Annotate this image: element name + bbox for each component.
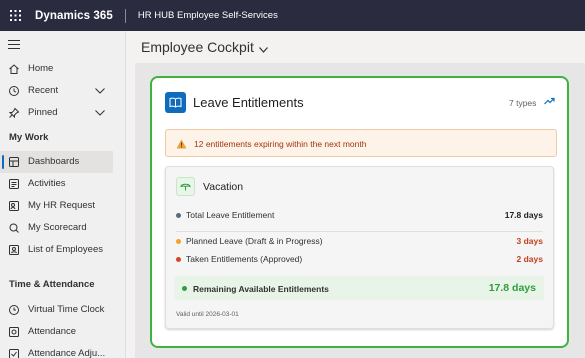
sidebar-item-dashboards[interactable]: Dashboards [0, 151, 113, 173]
top-bar: Dynamics 365 HR HUB Employee Self-Servic… [0, 0, 585, 31]
row-divider [176, 231, 543, 232]
warning-icon [176, 139, 187, 151]
chevron-down-icon[interactable] [95, 108, 105, 118]
sidebar-item-activities[interactable]: Activities [0, 173, 113, 195]
chevron-down-icon[interactable] [258, 40, 268, 56]
hamburger-icon[interactable] [8, 40, 20, 51]
sidebar-item-label: Pinned [28, 107, 58, 118]
book-icon [165, 92, 186, 113]
sidebar-item-virtual-time-clock[interactable]: Virtual Time Clock [0, 299, 113, 321]
status-dot [176, 239, 181, 244]
sidebar-item-home[interactable]: Home [0, 58, 113, 80]
row-value: 17.8 days [504, 210, 543, 220]
sidebar-item-pinned[interactable]: Pinned [0, 102, 113, 124]
sidebar-item-label: Activities [28, 178, 66, 189]
vacation-section: Vacation Total Leave Entitlement 17.8 da… [165, 166, 554, 329]
dashboard-icon [8, 156, 20, 168]
request-icon [8, 200, 20, 212]
activities-icon [8, 178, 20, 190]
scorecard-icon [8, 222, 20, 234]
adjustment-icon [8, 348, 20, 358]
status-dot [176, 257, 181, 262]
total-entitlement-row: Total Leave Entitlement 17.8 days [176, 209, 543, 223]
sidebar-item-attendance[interactable]: Attendance [0, 321, 113, 343]
valid-until: Valid until 2026-03-01 [176, 311, 239, 318]
brand-name[interactable]: Dynamics 365 [30, 10, 125, 22]
leave-entitlements-card: Leave Entitlements 7 types 12 entitlemen… [150, 76, 569, 348]
pin-icon [8, 107, 20, 119]
sidebar-item-list-of-employees[interactable]: List of Employees [0, 239, 113, 261]
sidebar-item-label: Home [28, 63, 54, 74]
card-title: Leave Entitlements [193, 95, 304, 110]
page-title: Employee Cockpit [141, 39, 254, 55]
waffle-icon[interactable] [0, 0, 30, 31]
row-label: Total Leave Entitlement [186, 210, 275, 220]
remaining-value: 17.8 days [488, 282, 536, 294]
sidebar-item-label: Dashboards [28, 156, 80, 167]
people-icon [8, 244, 20, 256]
sidebar-item-label: My HR Request [28, 200, 96, 211]
vacation-title: Vacation [203, 181, 244, 193]
sidebar-item-label: Attendance [28, 326, 77, 337]
planned-leave-row: Planned Leave (Draft & in Progress) 3 da… [176, 235, 543, 249]
sidebar-item-recent[interactable]: Recent [0, 80, 113, 102]
section-heading-my-work: My Work [9, 132, 49, 143]
sidebar-item-label: Virtual Time Clock [28, 304, 105, 315]
row-label: Planned Leave (Draft & in Progress) [186, 236, 323, 246]
vacation-umbrella-icon [176, 177, 195, 196]
sidebar-item-label: List of Employees [28, 244, 103, 255]
sidebar-item-my-scorecard[interactable]: My Scorecard [0, 217, 113, 239]
page-title-selector[interactable]: Employee Cockpit [141, 38, 268, 56]
sidebar-item-label: My Scorecard [28, 222, 87, 233]
taken-entitlements-row: Taken Entitlements (Approved) 2 days [176, 253, 543, 267]
chevron-down-icon[interactable] [95, 86, 105, 96]
trend-up-icon[interactable] [544, 97, 555, 107]
expiry-alert[interactable]: 12 entitlements expiring within the next… [165, 129, 557, 157]
sidebar-item-attendance-adjustment[interactable]: Attendance Adju... [0, 343, 113, 358]
alert-text: 12 entitlements expiring within the next… [194, 139, 367, 149]
remaining-label: Remaining Available Entitlements [193, 284, 329, 294]
sidebar: Home Recent Pinned My Work Dashboards Ac… [0, 31, 126, 358]
clock-icon [8, 85, 20, 97]
status-dot [176, 213, 181, 218]
types-count: 7 types [509, 98, 537, 108]
app-name[interactable]: HR HUB Employee Self-Services [126, 10, 278, 21]
home-icon [8, 63, 20, 75]
sidebar-item-my-hr-request[interactable]: My HR Request [0, 195, 113, 217]
row-label: Taken Entitlements (Approved) [186, 254, 303, 264]
sidebar-item-label: Attendance Adju... [28, 348, 106, 358]
remaining-entitlements-row: Remaining Available Entitlements 17.8 da… [174, 276, 544, 300]
section-heading-time-attendance: Time & Attendance [9, 279, 95, 290]
sidebar-item-label: Recent [28, 85, 59, 96]
attendance-icon [8, 326, 20, 338]
row-value: 2 days [516, 254, 543, 264]
time-clock-icon [8, 304, 20, 316]
row-value: 3 days [516, 236, 543, 246]
status-dot [182, 286, 187, 291]
